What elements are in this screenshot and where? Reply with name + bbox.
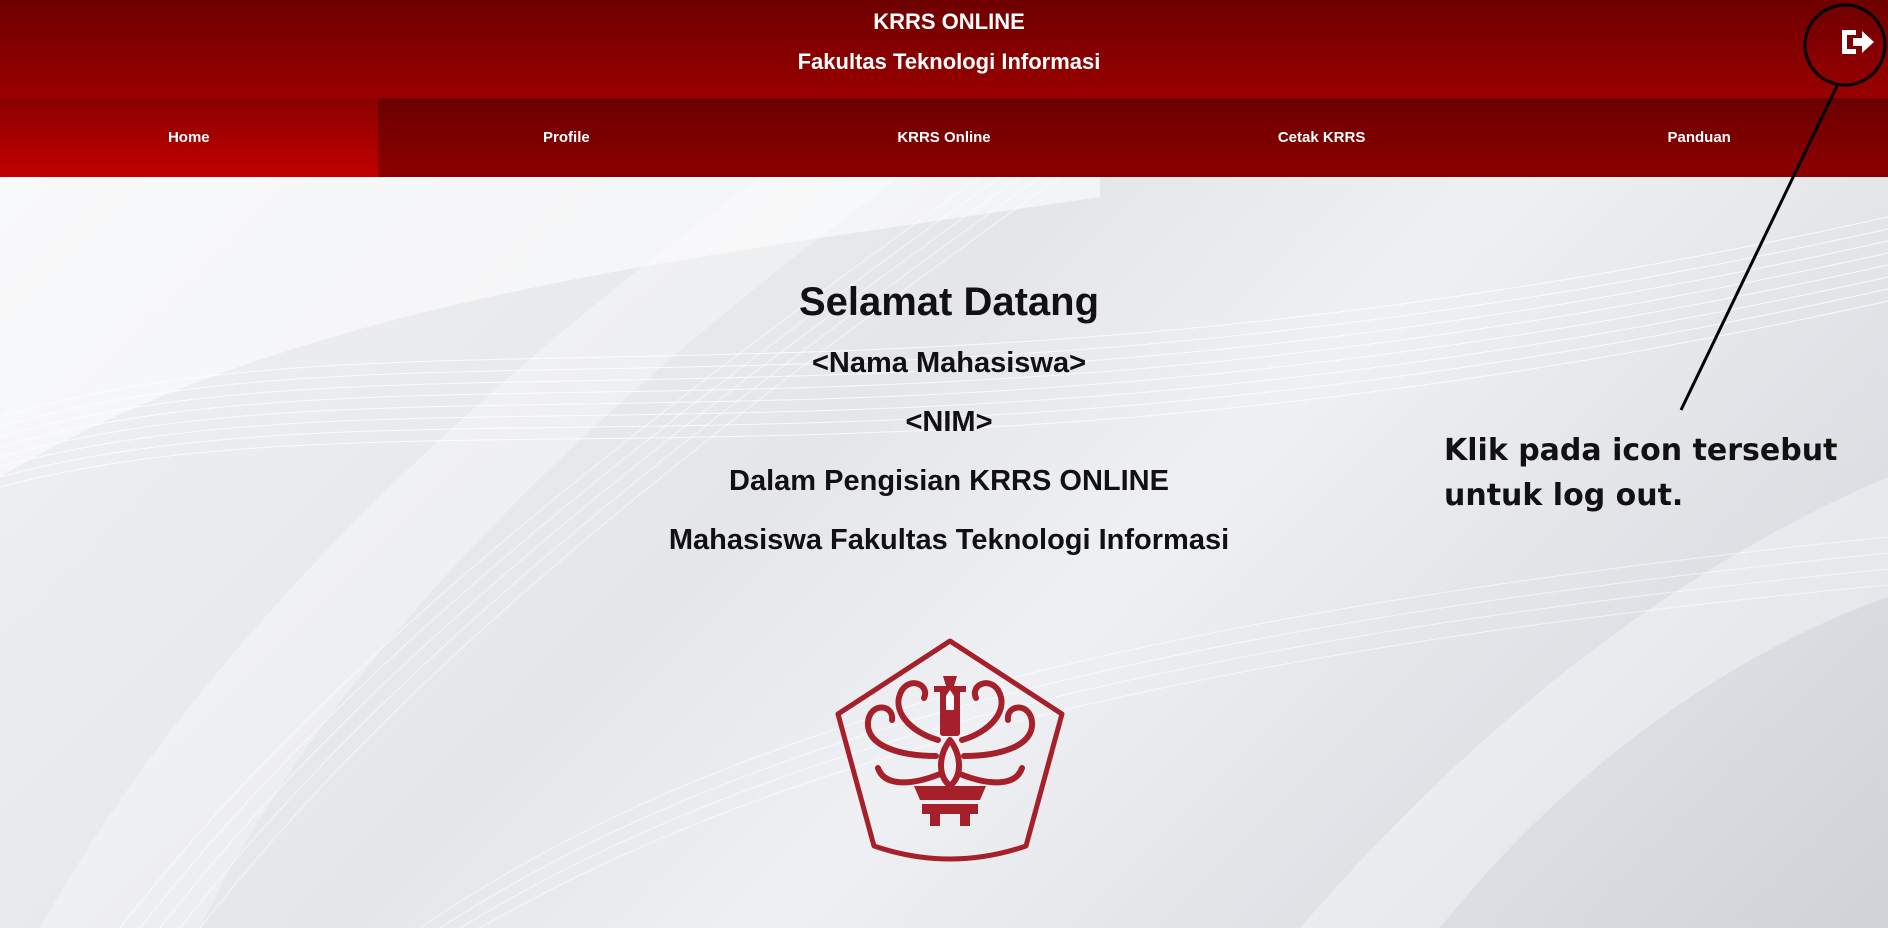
main-nav: Home Profile KRRS Online Cetak KRRS Pand… [0, 98, 1888, 177]
university-emblem [835, 638, 1065, 862]
nav-item-profile[interactable]: Profile [378, 98, 756, 177]
header-bar: KRRS ONLINE Fakultas Teknologi Informasi [0, 0, 1888, 98]
welcome-section: Selamat Datang <Nama Mahasiswa> <NIM> Da… [0, 270, 1888, 570]
annotation-callout: Klik pada icon tersebut untuk log out. [1444, 428, 1874, 518]
site-subtitle: Fakultas Teknologi Informasi [797, 49, 1101, 74]
welcome-line-2: Mahasiswa Fakultas Teknologi Informasi [668, 524, 1230, 556]
nav-item-cetak-krrs[interactable]: Cetak KRRS [1133, 98, 1511, 177]
site-title: KRRS ONLINE [873, 9, 1025, 34]
annotation-text-line-2: untuk log out. [1444, 478, 1684, 513]
nav-item-home[interactable]: Home [0, 98, 378, 177]
annotation-text-line-1: Klik pada icon tersebut [1444, 433, 1838, 468]
student-name: <Nama Mahasiswa> [811, 347, 1087, 379]
sign-out-icon [1842, 30, 1874, 54]
nav-item-panduan[interactable]: Panduan [1510, 98, 1888, 177]
welcome-title: Selamat Datang [798, 280, 1100, 324]
logout-button[interactable] [1838, 22, 1878, 62]
nav-item-krrs-online[interactable]: KRRS Online [755, 98, 1133, 177]
